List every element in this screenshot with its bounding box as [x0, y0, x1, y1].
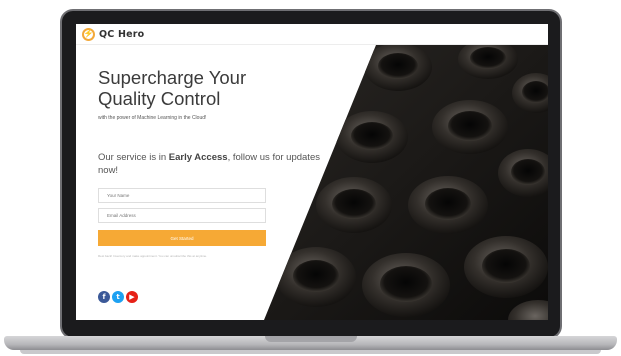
- tagline: with the power of Machine Learning in th…: [98, 115, 207, 121]
- page-headline: Supercharge Your Quality Control: [98, 67, 308, 109]
- laptop-notch: [265, 336, 357, 342]
- youtube-icon[interactable]: ▶: [126, 291, 138, 303]
- lightning-bolt-logo-icon[interactable]: ⚡: [82, 27, 95, 41]
- top-navigation-bar: ⚡ QC Hero: [76, 24, 548, 45]
- twitter-icon[interactable]: t: [112, 291, 124, 303]
- social-links: f t ▶: [98, 291, 138, 303]
- name-input[interactable]: [98, 188, 266, 203]
- brand-name[interactable]: QC Hero: [99, 29, 144, 40]
- facebook-icon[interactable]: f: [98, 291, 110, 303]
- laptop-foot: [20, 350, 601, 354]
- headline-line-2: Quality Control: [98, 88, 221, 109]
- get-started-button[interactable]: Get Started: [98, 230, 266, 246]
- landing-page-screen: ⚡ QC Hero Supercharge Your Quality Contr…: [76, 24, 548, 320]
- email-input[interactable]: [98, 208, 266, 223]
- early-access-message: Our service is in Early Access, follow u…: [98, 152, 328, 177]
- headline-line-1: Supercharge Your: [98, 67, 247, 88]
- fineprint-disclaimer: Rest back! Inventory and make appointmen…: [98, 254, 208, 258]
- service-prefix: Our service is in: [98, 152, 169, 163]
- early-access-emphasis: Early Access: [168, 152, 228, 163]
